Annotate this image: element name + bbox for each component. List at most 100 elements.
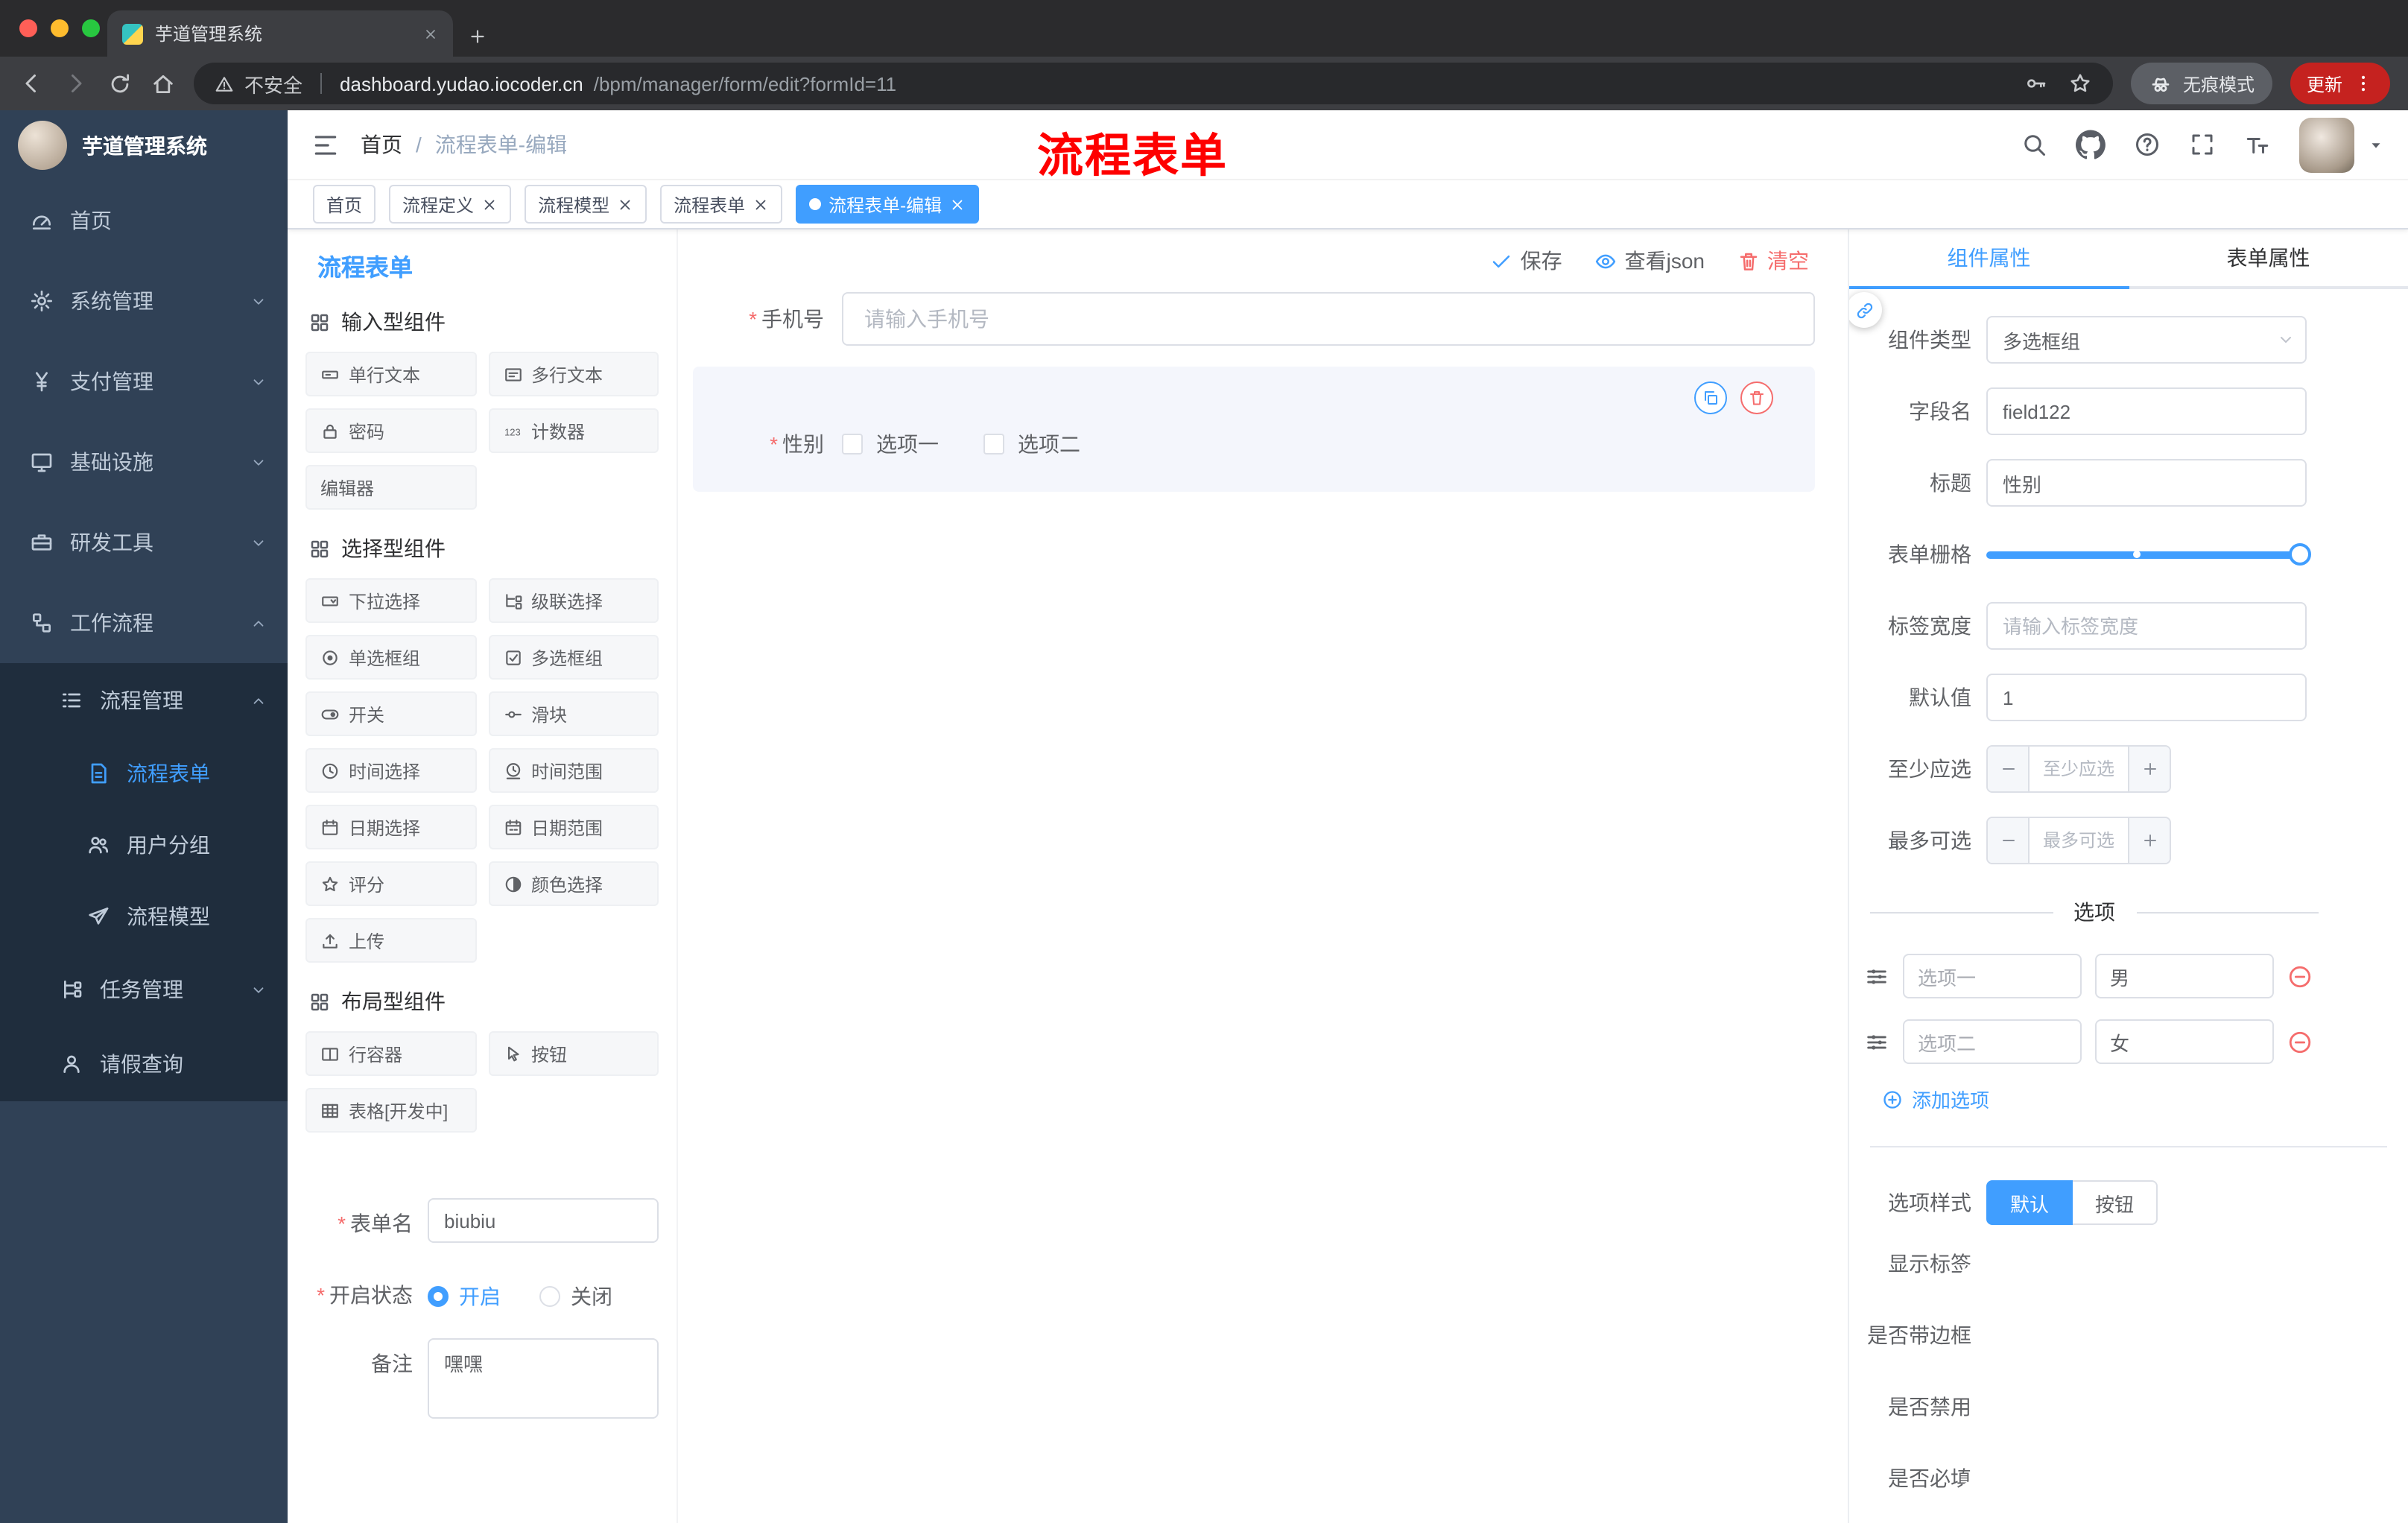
sidebar-item-home[interactable]: 首页 [0,180,288,261]
close-icon[interactable] [617,196,633,212]
component-date-range[interactable]: 日期范围 [488,805,659,849]
browser-tab[interactable]: 芋道管理系统 [107,10,453,57]
component-select[interactable]: 下拉选择 [305,578,476,623]
title-input[interactable] [1986,459,2307,507]
field-name-input[interactable] [1986,387,2307,435]
reload-icon[interactable] [107,71,133,96]
sidebar-item-task-management[interactable]: 任务管理 [0,952,288,1027]
status-on-radio[interactable]: 开启 [428,1282,501,1311]
tag-process-form[interactable]: 流程表单 [660,185,783,224]
sidebar-item-process-management[interactable]: 流程管理 [0,663,288,738]
help-icon[interactable] [2134,131,2161,158]
sidebar-logo[interactable]: 芋道管理系统 [0,110,288,180]
sidebar-item-infrastructure[interactable]: 基础设施 [0,422,288,502]
sidebar-item-devtools[interactable]: 研发工具 [0,502,288,583]
add-option-button[interactable]: 添加选项 [1882,1085,2408,1113]
delete-widget-button[interactable] [1740,381,1773,414]
component-editor[interactable]: 编辑器 [305,465,476,510]
component-radio-group[interactable]: 单选框组 [305,635,476,680]
window-zoom-button[interactable] [82,19,100,37]
tag-home[interactable]: 首页 [313,185,376,224]
slider-track[interactable] [1986,543,2311,566]
plus-button[interactable] [2128,818,2170,863]
avatar[interactable] [2299,117,2354,172]
remark-textarea[interactable] [428,1338,659,1419]
browser-update-button[interactable]: 更新 [2290,63,2390,104]
save-button[interactable]: 保存 [1491,246,1562,276]
close-icon[interactable] [949,196,966,212]
sidebar-item-workflow[interactable]: 工作流程 [0,583,288,663]
close-icon[interactable] [752,196,769,212]
kebab-menu-icon[interactable] [2353,73,2374,94]
view-json-button[interactable]: 查看json [1595,246,1705,276]
tab-component-props[interactable]: 组件属性 [1849,229,2129,289]
remove-option-icon[interactable] [2287,1029,2313,1054]
address-bar[interactable]: 不安全 dashboard.yudao.iocoder.cn /bpm/mana… [194,63,2113,104]
font-size-icon[interactable] [2244,131,2271,158]
option-label-input[interactable] [1903,1019,2082,1064]
clear-button[interactable]: 清空 [1737,246,1809,276]
gender-option-1-checkbox[interactable]: 选项一 [842,429,939,459]
tag-process-definition[interactable]: 流程定义 [389,185,512,224]
status-off-radio[interactable]: 关闭 [539,1282,612,1311]
breadcrumb-home[interactable]: 首页 [361,130,402,159]
option-value-input[interactable] [2095,1019,2274,1064]
plus-button[interactable] [2128,747,2170,791]
github-icon[interactable] [2076,130,2106,159]
component-button[interactable]: 按钮 [488,1031,659,1076]
drag-handle-icon[interactable] [1864,1029,1889,1054]
sidebar-item-process-model[interactable]: 流程模型 [0,881,288,952]
tab-close-icon[interactable] [423,26,438,41]
component-row-container[interactable]: 行容器 [305,1031,476,1076]
form-name-input[interactable] [428,1198,659,1243]
grid-slider[interactable] [1986,531,2311,578]
component-password[interactable]: 密码 [305,408,476,453]
copy-widget-button[interactable] [1694,381,1727,414]
style-button-button[interactable]: 按钮 [2073,1180,2158,1225]
component-counter[interactable]: 123 计数器 [488,408,659,453]
max-select-input[interactable] [2030,818,2128,863]
forward-icon[interactable] [63,70,89,97]
remove-option-icon[interactable] [2287,963,2313,989]
tab-form-props[interactable]: 表单属性 [2129,229,2408,286]
window-minimize-button[interactable] [51,19,69,37]
drag-handle-icon[interactable] [1864,963,1889,989]
component-time-picker[interactable]: 时间选择 [305,748,476,793]
avatar-caret-icon[interactable] [2368,136,2384,153]
minus-button[interactable] [1988,747,2030,791]
tag-process-model[interactable]: 流程模型 [525,185,647,224]
security-label[interactable]: 不安全 [244,69,302,98]
back-icon[interactable] [18,70,45,97]
sidebar-item-system[interactable]: 系统管理 [0,261,288,341]
home-icon[interactable] [150,71,176,96]
component-table[interactable]: 表格[开发中] [305,1088,476,1133]
minus-button[interactable] [1988,818,2030,863]
fullscreen-icon[interactable] [2189,131,2216,158]
new-tab-button[interactable] [468,27,487,46]
label-width-input[interactable] [1986,602,2307,650]
hamburger-icon[interactable] [311,130,340,159]
search-icon[interactable] [2021,131,2047,158]
component-single-line-text[interactable]: 单行文本 [305,352,476,396]
min-select-input[interactable] [2030,747,2128,791]
bookmark-star-icon[interactable] [2068,72,2092,95]
component-time-range[interactable]: 时间范围 [488,748,659,793]
tag-process-form-edit[interactable]: 流程表单-编辑 [796,185,980,224]
option-label-input[interactable] [1903,954,2082,998]
close-icon[interactable] [481,196,498,212]
sidebar-item-user-groups[interactable]: 用户分组 [0,809,288,881]
sidebar-item-process-form[interactable]: 流程表单 [0,738,288,809]
option-value-input[interactable] [2095,954,2274,998]
window-close-button[interactable] [19,19,37,37]
gender-option-2-checkbox[interactable]: 选项二 [983,429,1080,459]
component-date-picker[interactable]: 日期选择 [305,805,476,849]
component-upload[interactable]: 上传 [305,918,476,963]
gender-widget-selected[interactable]: * 性别 选项一 选项二 [693,367,1815,492]
phone-input[interactable] [842,292,1815,346]
sidebar-item-payment[interactable]: 支付管理 [0,341,288,422]
sidebar-item-leave-query[interactable]: 请假查询 [0,1027,288,1101]
component-type-select[interactable]: 多选框组 [1986,316,2307,364]
key-icon[interactable] [2024,72,2047,95]
component-switch[interactable]: 开关 [305,691,476,736]
component-multi-line-text[interactable]: 多行文本 [488,352,659,396]
